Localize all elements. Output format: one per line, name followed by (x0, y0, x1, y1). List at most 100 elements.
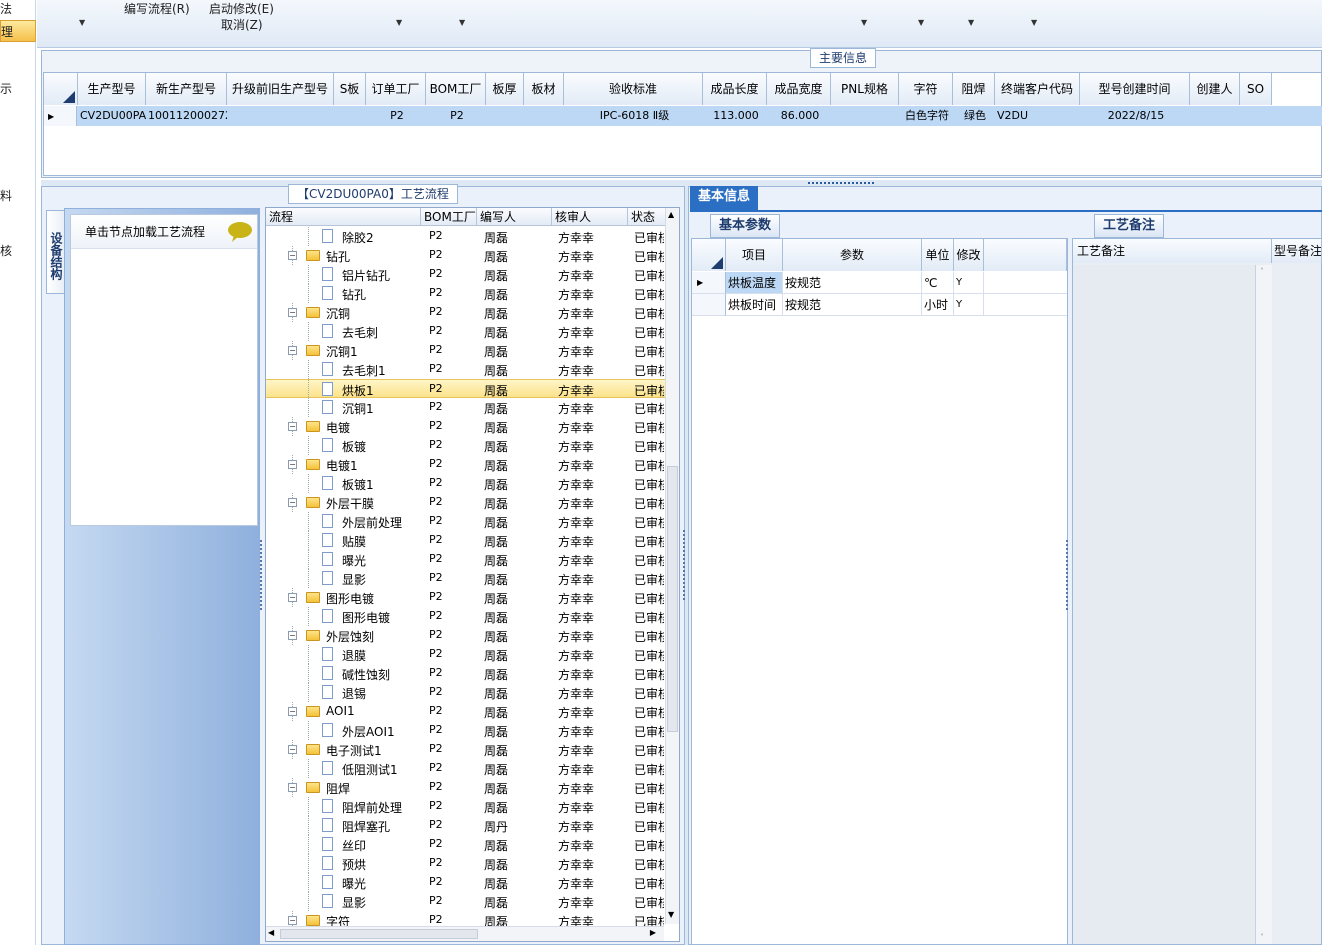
tree-row[interactable]: 钻孔 P2 周磊 方幸幸 已审核 (266, 284, 666, 303)
main-grid-cell[interactable]: 86.000 (767, 106, 831, 126)
main-grid-cell[interactable] (524, 106, 564, 126)
tree-row[interactable]: 预烘 P2 周磊 方幸幸 已审核 (266, 854, 666, 873)
main-grid-header-cell[interactable]: SO (1240, 73, 1272, 105)
tab-basic-info[interactable]: 基本信息 (690, 186, 759, 210)
tree-row[interactable]: 退锡 P2 周磊 方幸幸 已审核 (266, 683, 666, 702)
main-grid-cell[interactable] (334, 106, 366, 126)
tree-header-flow[interactable]: 流程 (266, 208, 421, 226)
tree-header-bom[interactable]: BOM工厂 (421, 208, 477, 226)
collapse-icon[interactable]: − (288, 707, 297, 716)
dropdown-arrow-icon[interactable]: ▼ (79, 18, 85, 27)
param-row-indicator[interactable] (692, 294, 726, 316)
dropdown-arrow-icon[interactable]: ▼ (861, 18, 867, 27)
tree-row[interactable]: − 图形电镀 P2 周磊 方幸幸 已审核 (266, 588, 666, 607)
start-modify-button[interactable]: 启动修改(E) (209, 0, 274, 17)
tree-row[interactable]: − 沉铜1 P2 周磊 方幸幸 已审核 (266, 341, 666, 360)
horizontal-scroll-thumb[interactable] (280, 929, 478, 939)
dropdown-arrow-icon[interactable]: ▼ (968, 18, 974, 27)
dropdown-arrow-icon[interactable]: ▼ (918, 18, 924, 27)
main-grid-header-cell[interactable]: BOM工厂 (426, 73, 486, 105)
param-header-param[interactable]: 参数 (783, 239, 922, 271)
main-grid-cell[interactable]: 113.000 (703, 106, 767, 126)
tree-row[interactable]: 曝光 P2 周磊 方幸幸 已审核 (266, 550, 666, 569)
main-grid-cell[interactable] (227, 106, 334, 126)
tree-row[interactable]: 显影 P2 周磊 方幸幸 已审核 (266, 892, 666, 911)
tree-row[interactable]: 阻焊前处理 P2 周磊 方幸幸 已审核 (266, 797, 666, 816)
tree-row[interactable]: 低阻测试1 P2 周磊 方幸幸 已审核 (266, 759, 666, 778)
left-nav-item-1[interactable]: 法 (0, 0, 12, 17)
tree-row[interactable]: 显影 P2 周磊 方幸幸 已审核 (266, 569, 666, 588)
left-nav-item-3[interactable]: 示 (0, 80, 12, 97)
tree-row[interactable]: 去毛刺1 P2 周磊 方幸幸 已审核 (266, 360, 666, 379)
param-row-indicator[interactable]: ▶ (692, 272, 726, 294)
left-nav-item-2[interactable]: 理 (1, 23, 13, 40)
main-grid-header-cell[interactable]: 板厚 (486, 73, 524, 105)
tree-row[interactable]: 沉铜1 P2 周磊 方幸幸 已审核 (266, 398, 666, 417)
tree-header-writer[interactable]: 编写人 (477, 208, 552, 226)
param-cell-modify[interactable]: Y (954, 294, 984, 316)
left-nav-item-selected[interactable]: 理 (0, 20, 36, 42)
main-grid-cell[interactable]: 白色字符 (899, 106, 953, 126)
param-header-modify[interactable]: 修改 (954, 239, 984, 271)
tree-row[interactable]: − 电镀 P2 周磊 方幸幸 已审核 (266, 417, 666, 436)
main-grid-header-cell[interactable]: 验收标准 (564, 73, 703, 105)
tree-row[interactable]: 阻焊塞孔 P2 周丹 方幸幸 已审核 (266, 816, 666, 835)
tree-row[interactable]: − 外层蚀刻 P2 周磊 方幸幸 已审核 (266, 626, 666, 645)
main-grid-header-cell[interactable]: 升级前旧生产型号 (227, 73, 334, 105)
main-grid-cell[interactable]: IPC-6018 Ⅱ级 (564, 106, 703, 126)
left-nav-item-4[interactable]: 料 (0, 187, 12, 204)
main-grid-cell[interactable] (831, 106, 899, 126)
collapse-icon[interactable]: − (288, 460, 297, 469)
main-grid-cell[interactable]: P2 (426, 106, 486, 126)
param-header-item[interactable]: 项目 (726, 239, 783, 271)
main-grid-header-cell[interactable]: 成品宽度 (767, 73, 831, 105)
tree-row[interactable]: 烘板1 P2 周磊 方幸幸 已审核 (266, 379, 666, 399)
tree-row[interactable]: − AOI1 P2 周磊 方幸幸 已审核 (266, 702, 666, 721)
collapse-icon[interactable]: − (288, 783, 297, 792)
tree-row[interactable]: − 钻孔 P2 周磊 方幸幸 已审核 (266, 246, 666, 265)
tree-row[interactable]: 板镀 P2 周磊 方幸幸 已审核 (266, 436, 666, 455)
tree-row[interactable]: 曝光 P2 周磊 方幸幸 已审核 (266, 873, 666, 892)
main-grid-header-cell[interactable]: 型号创建时间 (1080, 73, 1190, 105)
param-cell-item[interactable]: 烘板温度 (726, 272, 783, 294)
main-grid-cell[interactable]: 2022/8/15 (1080, 106, 1190, 126)
scroll-up-icon[interactable]: ˄ (1260, 267, 1264, 276)
scroll-right-icon[interactable]: ▶ (650, 928, 656, 937)
note-header-process[interactable]: 工艺备注 (1073, 239, 1272, 263)
collapse-icon[interactable]: − (288, 251, 297, 260)
collapse-icon[interactable]: − (288, 593, 297, 602)
main-grid-header-cell[interactable]: 订单工厂 (366, 73, 426, 105)
tree-vertical-scrollbar[interactable]: ▲ ▼ (665, 208, 679, 924)
main-grid-cell[interactable]: P2 (366, 106, 426, 126)
main-grid-header-cell[interactable]: PNL规格 (831, 73, 899, 105)
tree-row[interactable]: 外层前处理 P2 周磊 方幸幸 已审核 (266, 512, 666, 531)
device-structure-tab[interactable]: 设备结构 (46, 210, 66, 294)
param-cell-modify[interactable]: Y (954, 272, 984, 294)
tree-row[interactable]: 去毛刺 P2 周磊 方幸幸 已审核 (266, 322, 666, 341)
main-grid-header-cell[interactable]: 生产型号 (78, 73, 146, 105)
collapse-icon[interactable]: − (288, 422, 297, 431)
param-grid-corner[interactable] (692, 239, 726, 271)
tab-basic-params[interactable]: 基本参数 (710, 214, 781, 238)
tab-process-note[interactable]: 工艺备注 (1094, 214, 1165, 238)
main-grid-header-cell[interactable]: 阻焊 (953, 73, 995, 105)
collapse-icon[interactable]: − (288, 346, 297, 355)
main-grid-cell[interactable]: 10011200027281 (146, 106, 227, 126)
note-header-model[interactable]: 型号备注 (1272, 239, 1322, 263)
tree-row[interactable]: − 阻焊 P2 周磊 方幸幸 已审核 (266, 778, 666, 797)
write-flow-button[interactable]: 编写流程(R) (124, 0, 190, 17)
main-grid-header-cell[interactable]: 终端客户代码 (995, 73, 1080, 105)
scroll-down-icon[interactable]: ˅ (1260, 933, 1264, 942)
collapse-icon[interactable]: − (288, 631, 297, 640)
dropdown-arrow-icon[interactable]: ▼ (1031, 18, 1037, 27)
tree-horizontal-scrollbar[interactable]: ◀ ▶ (266, 926, 664, 941)
grid-corner[interactable] (44, 73, 78, 105)
vertical-scroll-thumb[interactable] (667, 466, 678, 732)
tree-header-reviewer[interactable]: 核审人 (552, 208, 628, 226)
collapse-icon[interactable]: − (288, 916, 297, 925)
left-nav-item-5[interactable]: 核 (0, 242, 12, 259)
dropdown-arrow-icon[interactable]: ▼ (459, 18, 465, 27)
tree-row[interactable]: − 电子测试1 P2 周磊 方幸幸 已审核 (266, 740, 666, 759)
main-grid-cell[interactable]: V2DU (995, 106, 1080, 126)
tree-row[interactable]: 图形电镀 P2 周磊 方幸幸 已审核 (266, 607, 666, 626)
